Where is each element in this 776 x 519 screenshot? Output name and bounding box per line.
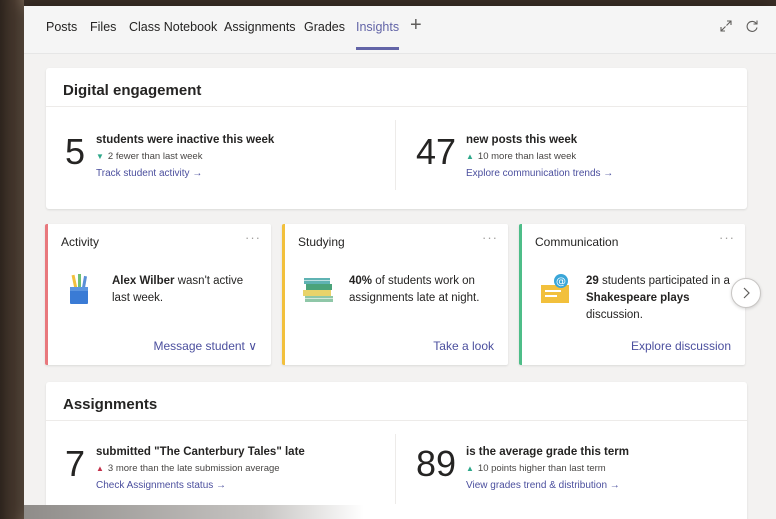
tab-bar: Posts Files Class Notebook Assignments G… <box>24 6 776 54</box>
communication-card: Communication ··· @ 29 students particip… <box>519 224 745 365</box>
chevron-right-icon <box>743 287 750 299</box>
tab-assignments[interactable]: Assignments <box>224 20 296 50</box>
take-a-look-button[interactable]: Take a look <box>433 339 494 353</box>
activity-card-title: Activity <box>61 235 100 249</box>
email-at-icon: @ <box>541 274 569 303</box>
assignments-card: Assignments 7 submitted "The Canterbury … <box>46 382 747 519</box>
inactive-students-stat: 5 students were inactive this week ▼ 2 fe… <box>65 134 385 184</box>
more-options-icon[interactable]: ··· <box>482 230 498 245</box>
activity-card-body: Alex Wilber wasn't active last week. <box>112 275 244 304</box>
tab-class-notebook[interactable]: Class Notebook <box>129 20 217 50</box>
background-edge <box>24 505 364 519</box>
digital-engagement-card: Digital engagement 5 students were inact… <box>46 68 747 209</box>
inactive-delta: ▼ 2 fewer than last week <box>96 151 203 162</box>
new-posts-delta: ▲ 10 more than last week <box>466 151 577 162</box>
divider <box>395 434 396 504</box>
divider <box>395 120 396 190</box>
average-grade-delta: ▲ 10 points higher than last term <box>466 463 606 474</box>
average-grade-value: 89 <box>416 443 457 484</box>
late-count: 7 <box>65 443 86 484</box>
average-grade-headline: is the average grade this term <box>466 446 629 458</box>
assignments-title: Assignments <box>63 396 158 413</box>
tab-grades[interactable]: Grades <box>304 20 345 50</box>
studying-card: Studying ··· 40% of students work on ass… <box>282 224 508 365</box>
up-triangle-icon: ▲ <box>466 152 474 161</box>
average-grade-stat: 89 is the average grade this term ▲ 10 po… <box>416 446 736 496</box>
pencil-cup-icon <box>70 274 88 304</box>
refresh-icon[interactable] <box>744 18 760 34</box>
inactive-headline: students were inactive this week <box>96 134 275 146</box>
tab-posts[interactable]: Posts <box>46 20 77 50</box>
expand-icon[interactable] <box>718 18 734 34</box>
books-stack-icon <box>303 278 333 302</box>
explore-communication-trends-link[interactable]: Explore communication trends → <box>466 168 613 179</box>
view-grades-trend-link[interactable]: View grades trend & distribution → <box>466 480 620 491</box>
inactive-count: 5 <box>65 131 86 172</box>
more-options-icon[interactable]: ··· <box>245 230 261 245</box>
new-posts-count: 47 <box>416 131 457 172</box>
tab-files[interactable]: Files <box>90 20 116 50</box>
studying-card-title: Studying <box>298 235 345 249</box>
background-edge <box>0 0 24 519</box>
divider <box>46 420 747 421</box>
up-triangle-icon: ▲ <box>466 464 474 473</box>
svg-text:@: @ <box>556 277 566 288</box>
add-tab-button[interactable]: + <box>410 14 422 37</box>
new-posts-headline: new posts this week <box>466 134 578 146</box>
tab-insights[interactable]: Insights <box>356 20 400 50</box>
activity-card: Activity ··· Alex Wilber wasn't active l… <box>45 224 271 365</box>
late-headline: submitted "The Canterbury Tales" late <box>96 446 305 458</box>
message-student-button[interactable]: Message student ∨ <box>153 339 257 353</box>
down-triangle-icon: ▼ <box>96 152 104 161</box>
up-triangle-icon: ▲ <box>96 464 104 473</box>
next-insights-button[interactable] <box>731 278 761 308</box>
explore-discussion-button[interactable]: Explore discussion <box>631 339 731 353</box>
late-submissions-stat: 7 submitted "The Canterbury Tales" late … <box>65 446 395 496</box>
teams-insights-window: Posts Files Class Notebook Assignments G… <box>24 6 776 519</box>
digital-engagement-title: Digital engagement <box>63 82 202 99</box>
more-options-icon[interactable]: ··· <box>719 230 735 245</box>
track-student-activity-link[interactable]: Track student activity → <box>96 168 202 179</box>
late-delta: ▲ 3 more than the late submission average <box>96 463 280 474</box>
check-assignments-status-link[interactable]: Check Assignments status → <box>96 480 226 491</box>
communication-card-title: Communication <box>535 235 619 249</box>
communication-card-body: 29 students participated in a Shakespear… <box>586 275 730 321</box>
new-posts-stat: 47 new posts this week ▲ 10 more than las… <box>416 134 736 184</box>
divider <box>46 106 747 107</box>
studying-card-body: 40% of students work on assignments late… <box>349 275 480 304</box>
